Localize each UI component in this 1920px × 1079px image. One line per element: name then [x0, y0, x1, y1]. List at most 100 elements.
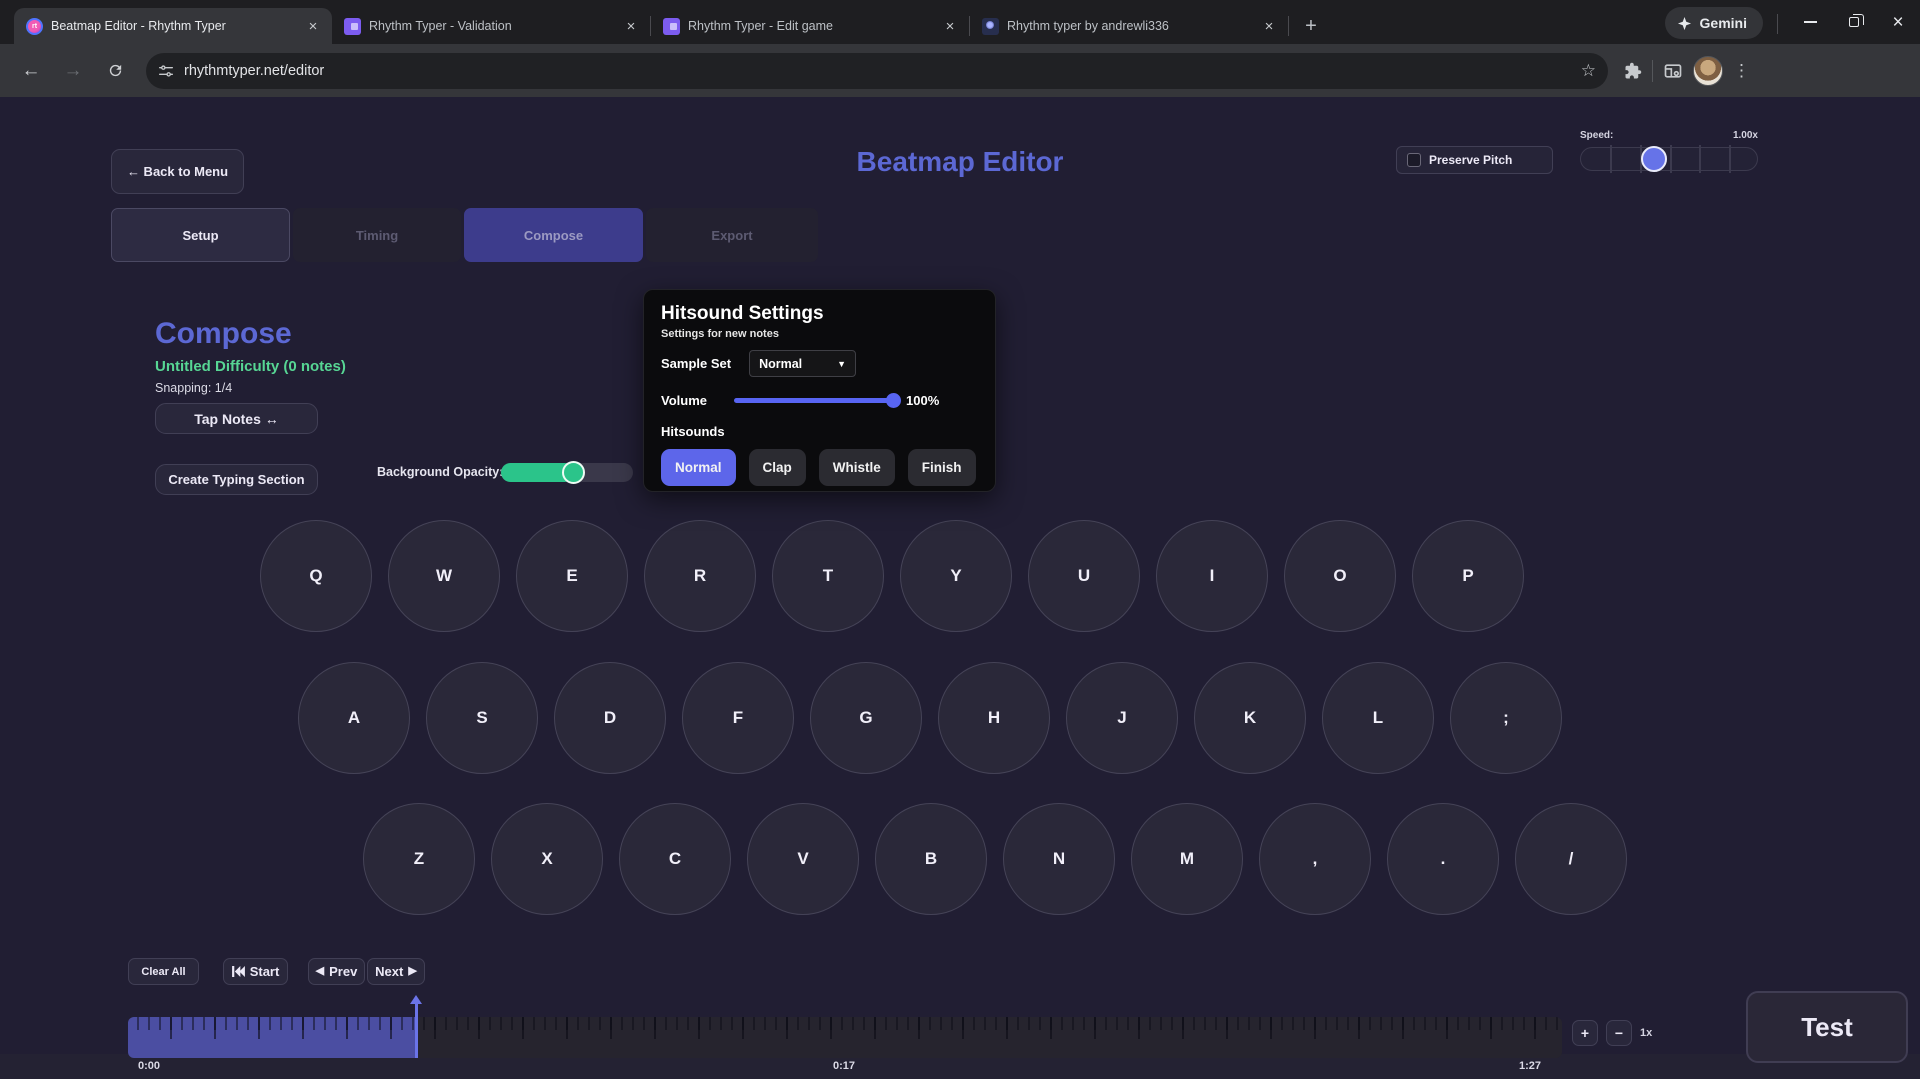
back-nav-button[interactable]: ← — [12, 52, 50, 90]
key-F[interactable]: F — [682, 662, 794, 774]
key-V[interactable]: V — [747, 803, 859, 915]
test-button[interactable]: Test — [1746, 991, 1908, 1063]
timeline[interactable] — [128, 1017, 1562, 1058]
beatmap-editor-page: ← Back to Menu Beatmap Editor Preserve P… — [0, 97, 1920, 1079]
key-J[interactable]: J — [1066, 662, 1178, 774]
key-Q[interactable]: Q — [260, 520, 372, 632]
hitsound-clap-button[interactable]: Clap — [749, 449, 806, 486]
browser-tab-andrewli336[interactable]: Rhythm typer by andrewli336 × — [970, 8, 1288, 44]
key-Y[interactable]: Y — [900, 520, 1012, 632]
prev-button[interactable]: ◀ Prev — [308, 958, 365, 985]
key-G[interactable]: G — [810, 662, 922, 774]
key-W[interactable]: W — [388, 520, 500, 632]
reload-button[interactable] — [96, 52, 134, 90]
minimize-button[interactable] — [1788, 4, 1832, 40]
create-typing-section-button[interactable]: Create Typing Section — [155, 464, 318, 495]
gemini-button[interactable]: Gemini — [1665, 7, 1763, 39]
key-,[interactable]: , — [1259, 803, 1371, 915]
key-U[interactable]: U — [1028, 520, 1140, 632]
key-A[interactable]: A — [298, 662, 410, 774]
close-tab-icon[interactable]: × — [1260, 17, 1278, 35]
bulb-app-favicon — [982, 18, 999, 35]
speed-slider-thumb[interactable] — [1641, 146, 1667, 172]
key-X[interactable]: X — [491, 803, 603, 915]
tab-export[interactable]: Export — [646, 208, 818, 262]
hitsound-normal-button[interactable]: Normal — [661, 449, 736, 486]
preserve-pitch-checkbox[interactable] — [1407, 153, 1421, 167]
browser-tab-beatmap-editor[interactable]: rt Beatmap Editor - Rhythm Typer × — [14, 8, 332, 44]
tap-notes-button[interactable]: Tap Notes ↔ — [155, 403, 318, 434]
volume-value: 100% — [906, 393, 939, 408]
key-N[interactable]: N — [1003, 803, 1115, 915]
timeline-playhead[interactable] — [415, 1003, 418, 1058]
key-R[interactable]: R — [644, 520, 756, 632]
speed-tick — [1670, 145, 1672, 173]
sample-set-dropdown[interactable]: Normal ▼ — [749, 350, 856, 377]
clear-all-button[interactable]: Clear All — [128, 958, 199, 985]
bookmark-star-icon[interactable]: ☆ — [1581, 61, 1596, 81]
background-opacity-thumb[interactable] — [562, 461, 585, 484]
hitsound-finish-button[interactable]: Finish — [908, 449, 976, 486]
close-window-icon: × — [1892, 13, 1903, 32]
volume-slider[interactable] — [734, 398, 894, 403]
timeline-zoom-in-button[interactable]: + — [1572, 1020, 1598, 1046]
key-Z[interactable]: Z — [363, 803, 475, 915]
key-;[interactable]: ; — [1450, 662, 1562, 774]
key-P[interactable]: P — [1412, 520, 1524, 632]
hitsounds-label: Hitsounds — [661, 424, 978, 439]
side-panel-icon[interactable] — [1663, 61, 1683, 81]
tab-title: Rhythm Typer - Edit game — [688, 19, 933, 33]
key-H[interactable]: H — [938, 662, 1050, 774]
background-opacity-slider[interactable] — [501, 463, 633, 482]
tab-compose[interactable]: Compose — [464, 208, 643, 262]
timeline-zoom-out-button[interactable]: − — [1606, 1020, 1632, 1046]
skip-to-start-button[interactable]: Start — [223, 958, 288, 985]
purple-app-favicon — [663, 18, 680, 35]
key-K[interactable]: K — [1194, 662, 1306, 774]
volume-slider-thumb[interactable] — [886, 393, 901, 408]
back-to-menu-button[interactable]: ← Back to Menu — [111, 149, 244, 194]
url-text[interactable]: rhythmtyper.net/editor — [184, 63, 1571, 79]
close-tab-icon[interactable]: × — [622, 17, 640, 35]
forward-nav-button[interactable]: → — [54, 52, 92, 90]
site-settings-icon[interactable] — [158, 63, 174, 79]
purple-app-favicon — [344, 18, 361, 35]
key-L[interactable]: L — [1322, 662, 1434, 774]
close-tab-icon[interactable]: × — [304, 17, 322, 35]
key-I[interactable]: I — [1156, 520, 1268, 632]
key-C[interactable]: C — [619, 803, 731, 915]
extensions-icon[interactable] — [1624, 62, 1642, 80]
key-.[interactable]: . — [1387, 803, 1499, 915]
browser-tab-validation[interactable]: Rhythm Typer - Validation × — [332, 8, 650, 44]
new-tab-button[interactable]: + — [1297, 12, 1325, 40]
window-controls-divider — [1777, 14, 1778, 34]
browser-tab-edit-game[interactable]: Rhythm Typer - Edit game × — [651, 8, 969, 44]
key-S[interactable]: S — [426, 662, 538, 774]
tab-setup[interactable]: Setup — [111, 208, 290, 262]
key-M[interactable]: M — [1131, 803, 1243, 915]
timeline-zoom-level: 1x — [1640, 1027, 1652, 1039]
key-/[interactable]: / — [1515, 803, 1627, 915]
speed-label: Speed: — [1580, 130, 1613, 141]
rt-favicon-text: rt — [32, 23, 37, 30]
speed-slider[interactable] — [1580, 147, 1758, 171]
restore-button[interactable] — [1832, 4, 1876, 40]
next-button[interactable]: Next ▶ — [367, 958, 425, 985]
hitsound-whistle-button[interactable]: Whistle — [819, 449, 895, 486]
key-E[interactable]: E — [516, 520, 628, 632]
key-O[interactable]: O — [1284, 520, 1396, 632]
address-bar[interactable]: rhythmtyper.net/editor ☆ — [146, 53, 1608, 89]
key-D[interactable]: D — [554, 662, 666, 774]
browser-menu-icon[interactable]: ⋮ — [1733, 61, 1750, 81]
key-T[interactable]: T — [772, 520, 884, 632]
key-B[interactable]: B — [875, 803, 987, 915]
toolbar-divider — [1652, 60, 1653, 82]
close-window-button[interactable]: × — [1876, 4, 1920, 40]
profile-avatar[interactable] — [1693, 56, 1723, 86]
browser-window: rt Beatmap Editor - Rhythm Typer × Rhyth… — [0, 0, 1920, 1079]
close-tab-icon[interactable]: × — [941, 17, 959, 35]
tab-timing[interactable]: Timing — [293, 208, 461, 262]
preserve-pitch-toggle[interactable]: Preserve Pitch — [1396, 146, 1553, 174]
timeline-time-end: 1:27 — [1519, 1060, 1541, 1072]
gemini-label: Gemini — [1700, 15, 1747, 31]
